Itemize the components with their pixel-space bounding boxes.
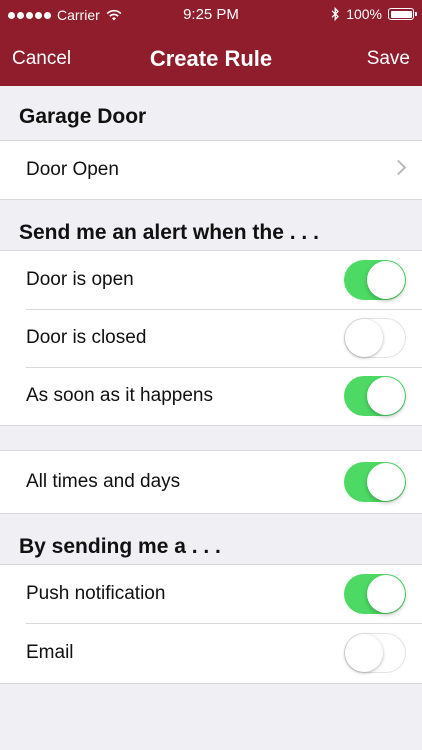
row-label: Door is closed — [26, 327, 147, 348]
navigation-bar: Cancel Create Rule Save — [0, 30, 422, 86]
alert-section-header: Send me an alert when the . . . — [19, 221, 319, 244]
toggle-row-door-closed: Door is closed — [0, 309, 422, 367]
device-section-header: Garage Door — [19, 105, 147, 128]
delivery-group: Push notification Email — [0, 564, 422, 684]
row-label: Door is open — [26, 269, 134, 290]
row-label: Push notification — [26, 583, 166, 604]
bluetooth-icon — [331, 7, 340, 21]
alert-group: Door is open Door is closed As soon as i… — [0, 250, 422, 426]
battery-icon — [388, 8, 417, 20]
email-toggle[interactable] — [344, 633, 406, 673]
toggle-row-door-open: Door is open — [0, 251, 422, 309]
row-label: Email — [26, 642, 74, 663]
door-open-toggle[interactable] — [344, 260, 406, 300]
chevron-right-icon — [390, 159, 407, 176]
event-selector-row[interactable]: Door Open — [0, 141, 422, 199]
row-label: All times and days — [26, 471, 181, 492]
immediately-toggle[interactable] — [344, 376, 406, 416]
page-title: Create Rule — [149, 46, 273, 71]
row-label: As soon as it happens — [26, 385, 213, 406]
delivery-section-header: By sending me a . . . — [19, 535, 221, 558]
event-label: Door Open — [26, 159, 119, 180]
schedule-group: All times and days — [0, 450, 422, 514]
toggle-row-immediately: As soon as it happens — [0, 367, 422, 425]
battery-percent: 100% — [346, 6, 382, 22]
door-closed-toggle[interactable] — [344, 318, 406, 358]
toggle-row-schedule: All times and days — [0, 451, 422, 513]
status-bar: Carrier 9:25 PM 100% — [0, 0, 422, 30]
save-button[interactable]: Save — [367, 48, 410, 70]
push-notification-toggle[interactable] — [344, 574, 406, 614]
toggle-row-push: Push notification — [0, 565, 422, 623]
all-times-toggle[interactable] — [344, 462, 406, 502]
toggle-row-email: Email — [0, 623, 422, 683]
device-group: Door Open — [0, 140, 422, 200]
status-right: 100% — [331, 6, 417, 22]
header: Carrier 9:25 PM 100% Cancel Create Rule … — [0, 0, 422, 86]
